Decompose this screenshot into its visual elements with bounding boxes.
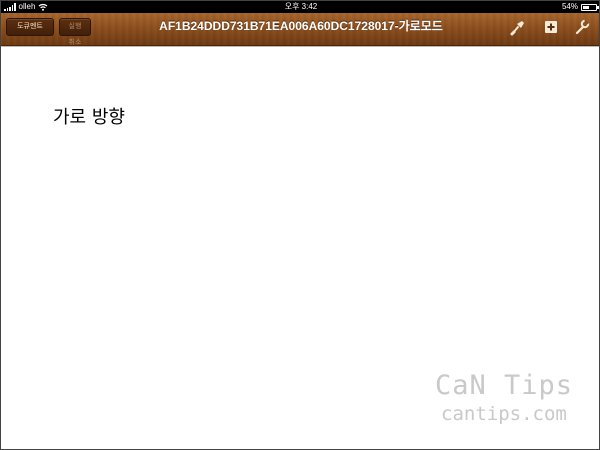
watermark: CaN Tips cantips.com: [435, 370, 573, 425]
brush-icon[interactable]: [509, 18, 527, 36]
document-content[interactable]: 가로 방향 CaN Tips cantips.com: [1, 47, 599, 449]
battery-fill: [583, 5, 590, 9]
add-icon[interactable]: [542, 18, 560, 36]
body-text: 가로 방향: [53, 107, 125, 128]
wrench-icon[interactable]: [573, 18, 591, 36]
status-right: 54%: [561, 1, 599, 13]
watermark-subtitle: cantips.com: [441, 403, 567, 425]
toolbar: 도큐멘트 실행 취소 AF1B24DDD731B71EA006A60DC1728…: [1, 13, 599, 46]
status-time: 오후 3:42: [284, 2, 318, 11]
status-bar: olleh 오후 3:42 54%: [1, 1, 599, 13]
document-title: AF1B24DDD731B71EA006A60DC1728017-가로모드: [159, 19, 443, 33]
watermark-title: CaN Tips: [434, 370, 573, 401]
battery-percent: 54%: [561, 2, 578, 11]
documents-button[interactable]: 도큐멘트: [6, 18, 54, 36]
battery-icon: [581, 3, 599, 11]
undo-button[interactable]: 실행 취소: [59, 18, 91, 46]
ipad-screen: olleh 오후 3:42 54% 도큐멘트 실행 취소 AF1B24DDD73…: [0, 0, 600, 450]
